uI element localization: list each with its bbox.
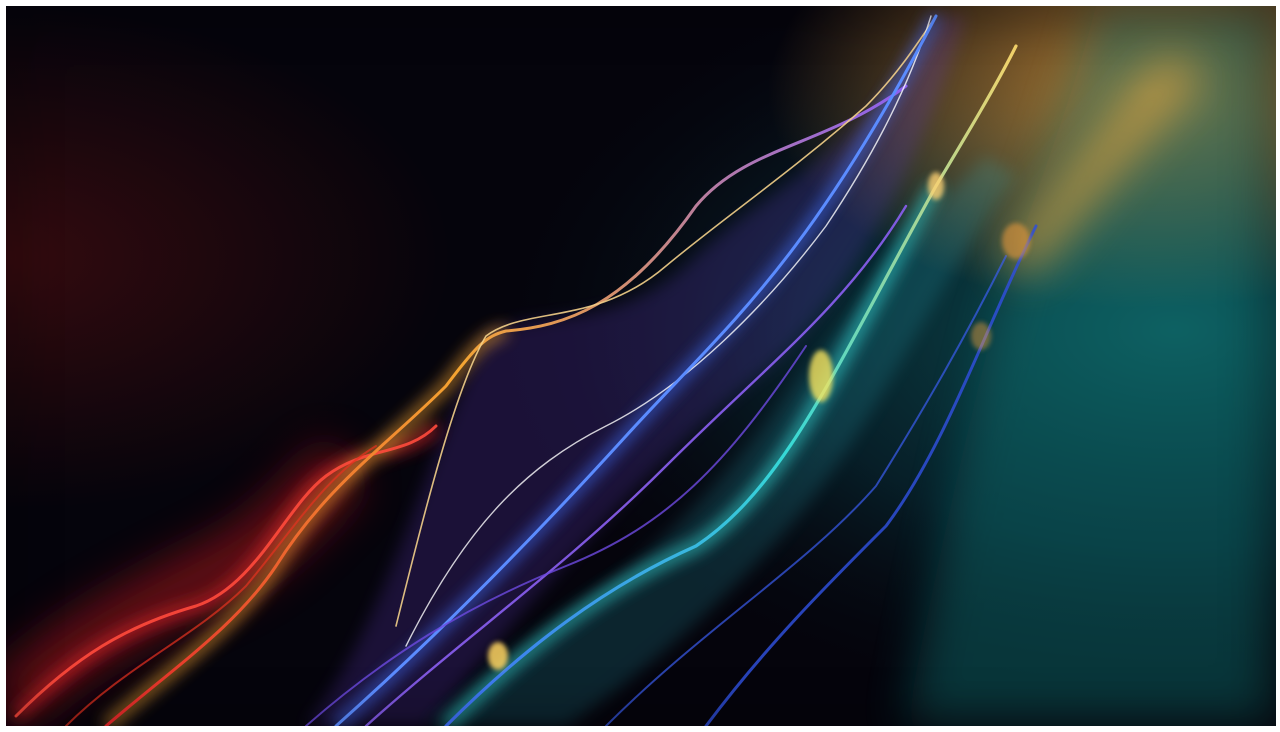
light-waves-artwork: [6, 6, 1276, 726]
abstract-light-waves-image: [6, 6, 1276, 726]
